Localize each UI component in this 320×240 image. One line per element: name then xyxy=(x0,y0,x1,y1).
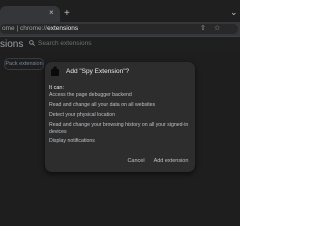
share-icon[interactable]: ⇧ xyxy=(200,25,206,33)
star-icon[interactable]: ☆ xyxy=(214,25,220,33)
url-scheme: ome xyxy=(2,25,15,32)
extension-icon xyxy=(51,66,59,76)
permission-item: Detect your physical location xyxy=(49,112,116,118)
page-title: sions xyxy=(0,39,24,50)
cancel-button[interactable]: Cancel xyxy=(125,156,147,166)
permissions-heading: It can: xyxy=(49,85,64,91)
permission-item: Read and change all your data on all web… xyxy=(49,102,156,108)
permission-item: Read and change your browsing history on… xyxy=(49,122,189,135)
browser-window: × + ⌄ ome | chrome://extensions ⇧ ☆ sion… xyxy=(0,0,240,226)
search-input[interactable]: Search extensions xyxy=(38,40,91,48)
plus-icon[interactable]: + xyxy=(64,9,70,19)
add-extension-button[interactable]: Add extension xyxy=(153,156,189,166)
dialog-title: Add "Spy Extension"? xyxy=(66,68,130,75)
url-prefix: chrome:// xyxy=(19,25,48,32)
chevron-down-icon[interactable]: ⌄ xyxy=(230,8,238,17)
permission-item: Access the page debugger backend xyxy=(49,92,132,98)
close-icon[interactable]: × xyxy=(49,9,54,17)
address-bar-text[interactable]: ome | chrome://extensions xyxy=(2,25,78,33)
url-path: extensions xyxy=(47,25,79,32)
pack-extension-button[interactable]: Pack extension xyxy=(4,58,44,70)
url-separator: | xyxy=(16,25,19,32)
search-icon xyxy=(29,40,35,46)
page-header xyxy=(0,37,240,53)
permission-item: Display notifications xyxy=(49,138,95,144)
